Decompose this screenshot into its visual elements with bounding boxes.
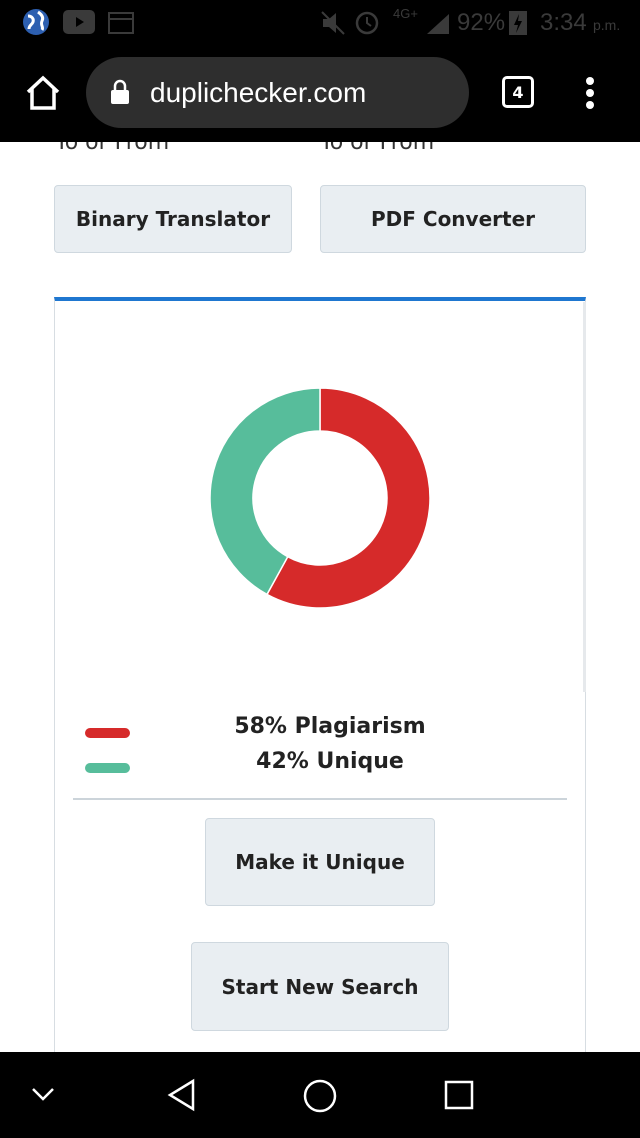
scrollbar[interactable] — [583, 302, 586, 692]
battery-level: 92% — [457, 9, 506, 36]
home-nav-icon[interactable] — [302, 1078, 338, 1114]
system-nav-bar — [0, 1052, 640, 1138]
signal-icon — [427, 14, 449, 34]
make-it-unique-button[interactable]: Make it Unique — [205, 818, 435, 906]
browser-toolbar: duplichecker.com 4 — [0, 45, 640, 142]
chevron-down-icon[interactable] — [30, 1084, 56, 1104]
button-label: PDF Converter — [371, 207, 535, 231]
alarm-icon — [355, 11, 379, 35]
clipped-label-left: To or From — [55, 142, 170, 155]
recents-icon[interactable] — [444, 1080, 474, 1110]
back-icon[interactable] — [166, 1078, 196, 1112]
url-text: duplichecker.com — [150, 76, 367, 108]
network-type: 4G+ — [393, 6, 418, 21]
clock-ampm: p.m. — [593, 17, 621, 33]
plagiarism-percentage: 58% Plagiarism — [234, 714, 426, 739]
more-menu-icon[interactable] — [582, 75, 598, 111]
unique-percentage: 42% Unique — [256, 749, 404, 774]
address-bar[interactable]: duplichecker.com — [86, 57, 469, 128]
clipped-label-right: To or From — [320, 142, 435, 155]
battery-charging-icon — [509, 11, 527, 35]
tab-switcher-button[interactable]: 4 — [502, 76, 534, 108]
lock-icon — [111, 79, 129, 104]
clock: 3:34 — [540, 9, 587, 36]
donut-chart — [209, 387, 431, 609]
button-label: Start New Search — [221, 974, 419, 999]
mute-icon — [321, 11, 345, 35]
pdf-converter-button[interactable]: PDF Converter — [320, 185, 586, 253]
start-new-search-button[interactable]: Start New Search — [191, 942, 449, 1031]
status-bar: 4G+ 92% 3:34 p.m. — [0, 0, 640, 45]
youtube-icon — [63, 10, 95, 34]
divider — [73, 798, 567, 800]
button-label: Binary Translator — [75, 207, 271, 231]
binary-translator-button[interactable]: Binary Translator — [54, 185, 292, 253]
home-icon[interactable] — [25, 75, 61, 111]
tab-count: 4 — [512, 82, 524, 102]
button-label: Make it Unique — [235, 850, 405, 874]
globe-icon — [23, 9, 49, 35]
calendar-icon — [108, 12, 134, 34]
page-content: To or From To or From Binary Translator … — [0, 142, 640, 1052]
